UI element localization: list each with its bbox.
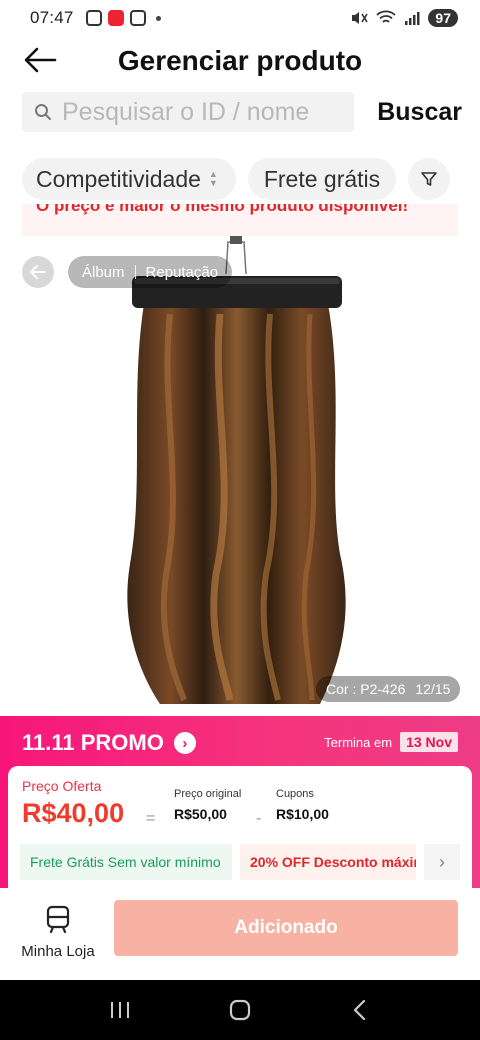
filter-button[interactable] bbox=[408, 158, 450, 200]
back-icon bbox=[353, 999, 366, 1021]
my-store-button[interactable]: Minha Loja bbox=[16, 904, 100, 960]
search-button[interactable]: Buscar bbox=[377, 98, 462, 127]
equals-sign: = bbox=[146, 810, 156, 827]
search-icon bbox=[35, 104, 51, 120]
arrow-left-icon bbox=[30, 265, 46, 279]
image-tabs: Álbum Reputação bbox=[68, 256, 233, 288]
notification-icons bbox=[85, 10, 161, 26]
benefit-more-button[interactable]: › bbox=[424, 844, 460, 880]
store-icon bbox=[46, 905, 70, 934]
benefit-row: Frete Grátis Sem valor mínimo 20% OFF De… bbox=[20, 844, 460, 880]
free-shipping-benefit[interactable]: Frete Grátis Sem valor mínimo bbox=[20, 844, 232, 880]
competitividade-label: Competitividade bbox=[36, 165, 201, 192]
header: Gerenciar produto bbox=[0, 36, 480, 86]
home-icon bbox=[229, 999, 251, 1021]
status-bar: 07:47 97 bbox=[0, 0, 480, 36]
image-back-button[interactable] bbox=[22, 256, 54, 288]
more-notifications-dot-icon bbox=[155, 15, 161, 21]
instagram-icon bbox=[129, 10, 146, 26]
offer-price-value: R$40,00 bbox=[22, 798, 125, 828]
status-time: 07:47 bbox=[30, 8, 74, 27]
competitividade-sort-chip[interactable]: Competitividade ▲ ▼ bbox=[22, 158, 236, 200]
promo-end-info: Termina em 13 Nov bbox=[324, 732, 458, 752]
coupons-label: Cupons bbox=[276, 788, 314, 800]
coupons-value: R$10,00 bbox=[276, 806, 329, 822]
search-input[interactable] bbox=[62, 97, 342, 127]
price-warning-banner: O preço é maior o mesmo produto disponív… bbox=[22, 204, 458, 236]
page-title: Gerenciar produto bbox=[117, 45, 363, 76]
sort-arrows-icon: ▲ ▼ bbox=[208, 169, 218, 188]
search-box[interactable] bbox=[22, 92, 354, 132]
my-store-label: Minha Loja bbox=[21, 943, 95, 960]
original-price-label: Preço original bbox=[174, 788, 242, 800]
back-button[interactable] bbox=[340, 990, 380, 1030]
screen-record-icon bbox=[85, 10, 102, 26]
price-warning-text: O preço é maior o mesmo produto disponív… bbox=[36, 204, 409, 215]
app-notification-icon bbox=[107, 10, 124, 26]
filter-row: Competitividade ▲ ▼ Frete grátis bbox=[22, 158, 462, 200]
color-variant-label: Cor : P2-426 bbox=[326, 681, 406, 697]
chevron-right-icon[interactable]: › bbox=[173, 732, 196, 754]
back-arrow-icon[interactable] bbox=[22, 44, 58, 76]
offer-price-label: Preço Oferta bbox=[22, 778, 102, 794]
promo-title: 11.11 PROMO bbox=[22, 730, 164, 755]
search-row: Buscar bbox=[22, 92, 462, 132]
recent-apps-button[interactable] bbox=[100, 990, 140, 1030]
original-price-value: R$50,00 bbox=[174, 806, 227, 822]
tab-reputacao[interactable]: Reputação bbox=[146, 264, 219, 281]
chevron-right-icon: › bbox=[439, 851, 445, 872]
signal-icon bbox=[405, 12, 420, 25]
mute-icon bbox=[352, 12, 369, 24]
promo-header[interactable]: 11.11 PROMO › bbox=[22, 730, 196, 756]
discount-benefit[interactable]: 20% OFF Desconto máxim bbox=[240, 844, 416, 880]
frete-gratis-chip[interactable]: Frete grátis bbox=[248, 158, 396, 200]
product-image-hair-extension[interactable] bbox=[100, 234, 380, 714]
added-button[interactable]: Adicionado bbox=[114, 900, 458, 956]
promo-section: 11.11 PROMO › Termina em 13 Nov Preço Of… bbox=[0, 716, 480, 888]
frete-gratis-label: Frete grátis bbox=[263, 165, 381, 192]
promo-end-date: 13 Nov bbox=[400, 732, 458, 752]
image-caption: Cor : P2-426 12/15 bbox=[316, 676, 461, 702]
status-right: 97 bbox=[350, 9, 458, 27]
tab-divider bbox=[134, 265, 136, 279]
filter-funnel-icon bbox=[421, 172, 437, 186]
tab-album[interactable]: Álbum bbox=[82, 264, 125, 281]
home-button[interactable] bbox=[220, 990, 260, 1030]
image-counter: 12/15 bbox=[415, 681, 451, 697]
battery-level: 97 bbox=[428, 9, 458, 27]
minus-sign: - bbox=[256, 810, 262, 827]
bottom-action-bar: Minha Loja Adicionado bbox=[0, 888, 480, 980]
recent-apps-icon bbox=[111, 1002, 129, 1018]
wifi-icon bbox=[376, 10, 397, 23]
system-nav-bar bbox=[0, 980, 480, 1040]
product-image-area: O preço é maior o mesmo produto disponív… bbox=[0, 204, 480, 716]
promo-ends-label: Termina em bbox=[324, 734, 393, 750]
